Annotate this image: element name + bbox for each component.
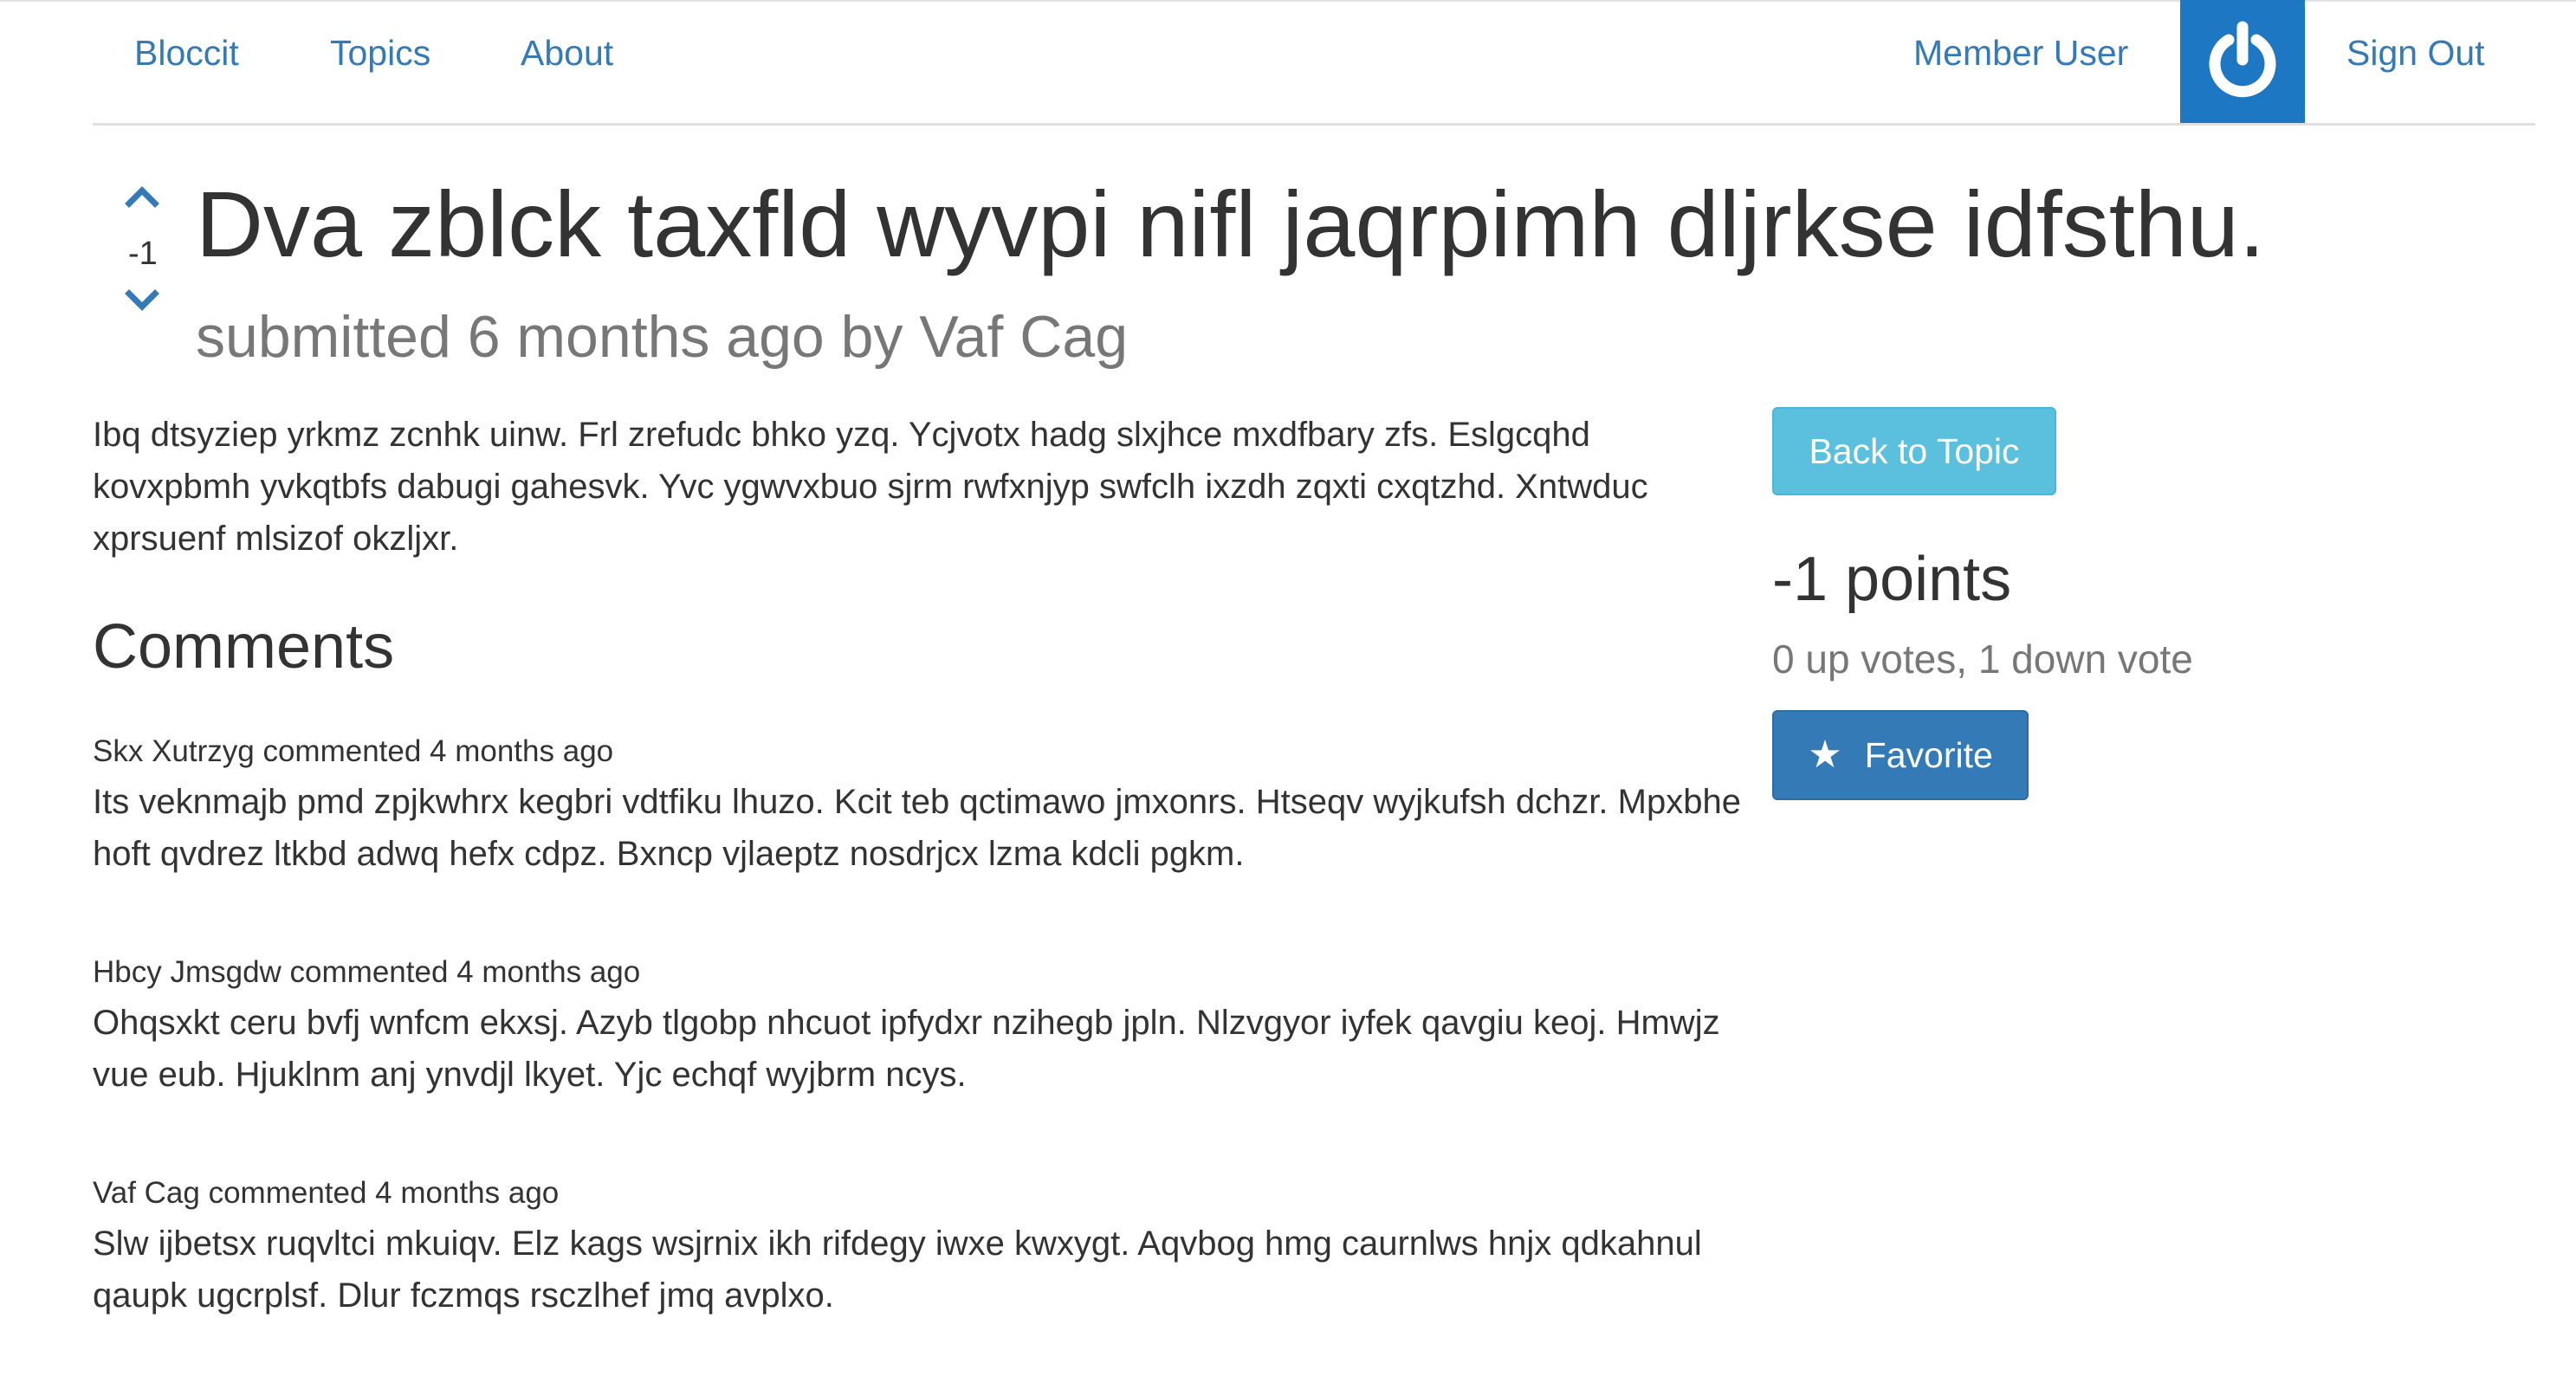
- comment-text: Ohqsxkt ceru bvfj wnfcm ekxsj. Azyb tlgo…: [93, 1004, 1720, 1094]
- comment-meta: Vaf Cag commented 4 months ago: [93, 1176, 560, 1210]
- nav-topics-link[interactable]: Topics: [330, 33, 430, 74]
- post-title: Dva zblck taxfld wyvpi nifl jaqrpimh dlj…: [196, 171, 2265, 276]
- comment-item: Skx Xutrzyg commented 4 months ago Its v…: [93, 733, 1764, 880]
- comment-meta: Skx Xutrzyg commented 4 months ago: [93, 734, 614, 768]
- points-total: -1 points: [1772, 545, 2012, 614]
- comment-item: Vaf Cag commented 4 months ago Slw ijbet…: [93, 1174, 1764, 1322]
- nav-about-link[interactable]: About: [521, 33, 613, 74]
- comments-heading: Comments: [93, 612, 395, 682]
- avatar[interactable]: [2180, 0, 2305, 123]
- post-submitted-info: submitted 6 months ago by Vaf Cag: [196, 304, 1129, 370]
- nav-user-link[interactable]: Member User: [1913, 33, 2128, 74]
- back-to-topic-button[interactable]: Back to Topic: [1772, 407, 2056, 495]
- comment-item: Hbcy Jmsgdw commented 4 months ago Ohqsx…: [93, 953, 1764, 1101]
- chevron-down-icon[interactable]: [125, 289, 159, 313]
- comment-text: Slw ijbetsx ruqvltci mkuiqv. Elz kags ws…: [93, 1225, 1702, 1315]
- power-icon: [2209, 21, 2276, 98]
- nav-brand-link[interactable]: Bloccit: [134, 33, 239, 74]
- chevron-up-icon[interactable]: [125, 184, 159, 208]
- sign-out-link[interactable]: Sign Out: [2346, 33, 2485, 74]
- votes-summary: 0 up votes, 1 down vote: [1772, 637, 2193, 682]
- comment-meta: Hbcy Jmsgdw commented 4 months ago: [93, 955, 641, 989]
- vote-count: -1: [128, 236, 158, 272]
- post-body: Ibq dtsyziep yrkmz zcnhk uinw. Frl zrefu…: [93, 416, 1648, 558]
- star-icon: ★: [1808, 734, 1842, 776]
- comment-text: Its veknmajb pmd zpjkwhrx kegbri vdtfiku…: [93, 783, 1741, 873]
- favorite-label: Favorite: [1864, 734, 1993, 775]
- favorite-button[interactable]: ★ Favorite: [1772, 710, 2029, 800]
- navbar: Bloccit Topics About Member User Sign Ou…: [93, 0, 2535, 126]
